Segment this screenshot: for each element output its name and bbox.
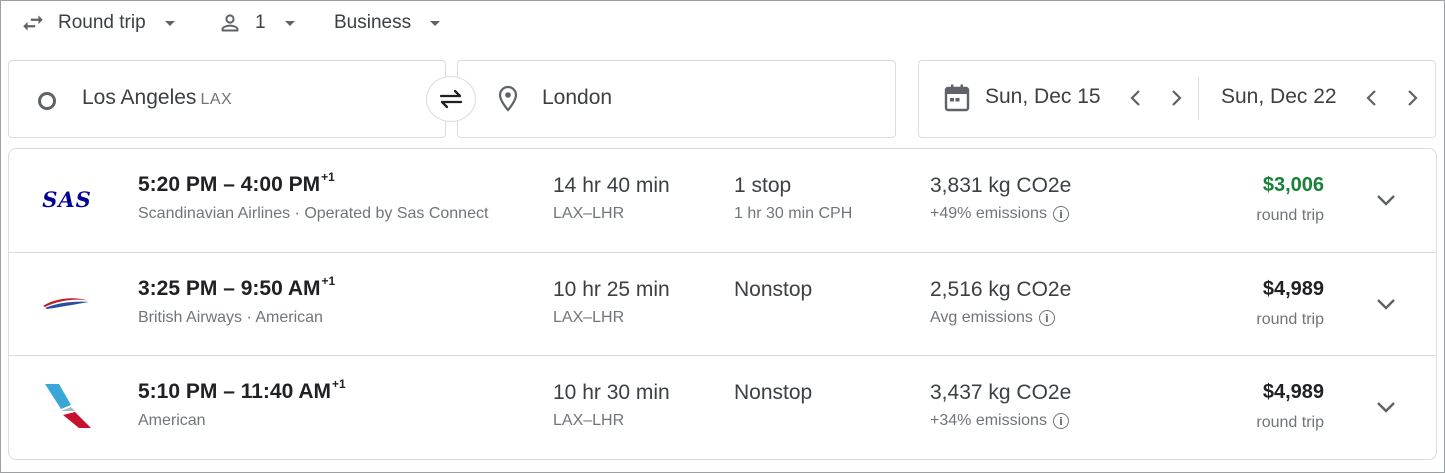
flight-stops: Nonstop bbox=[734, 381, 813, 404]
calendar-icon[interactable] bbox=[943, 83, 971, 113]
origin-field[interactable]: Los Angeles LAX bbox=[8, 60, 446, 138]
airline-name: Scandinavian Airlines · Operated by Sas … bbox=[138, 205, 489, 222]
flight-stops: Nonstop bbox=[734, 278, 813, 301]
sas-logo: SAS bbox=[39, 179, 95, 219]
flight-row[interactable]: 3:25 PM – 9:50 AM+1 British Airways · Am… bbox=[9, 252, 1436, 355]
flight-duration: 14 hr 40 min bbox=[553, 174, 670, 197]
co2-amount: 2,516 kg CO2e bbox=[930, 278, 1072, 301]
emissions-label: +34% emissions bbox=[930, 412, 1047, 429]
emissions-info: +49% emissions i bbox=[930, 205, 1069, 223]
flight-price: $3,006 bbox=[1262, 174, 1324, 196]
info-icon[interactable]: i bbox=[1038, 310, 1055, 326]
depart-time: 3:25 PM bbox=[138, 277, 218, 300]
flight-times: 5:20 PM – 4:00 PM+1 bbox=[138, 170, 335, 196]
flight-duration: 10 hr 25 min bbox=[553, 278, 670, 301]
flight-stops: 1 stop bbox=[734, 174, 792, 197]
date-divider bbox=[1198, 77, 1199, 120]
flight-times: 3:25 PM – 9:50 AM+1 bbox=[138, 274, 336, 300]
chevron-right-icon bbox=[1408, 90, 1418, 106]
arrive-time: 9:50 AM bbox=[240, 277, 321, 300]
price-type: round trip bbox=[1256, 414, 1324, 431]
arrive-time: 11:40 AM bbox=[240, 380, 331, 403]
flight-times: 5:10 PM – 11:40 AM+1 bbox=[138, 377, 346, 403]
return-prev-button[interactable] bbox=[1360, 86, 1384, 110]
destination-city: London bbox=[542, 86, 613, 109]
day-offset: +1 bbox=[321, 170, 335, 184]
price-type: round trip bbox=[1256, 311, 1324, 328]
chevron-right-icon bbox=[1172, 90, 1182, 106]
cabin-class-label: Business bbox=[334, 12, 412, 33]
flight-row[interactable]: SAS 5:20 PM – 4:00 PM+1 Scandinavian Air… bbox=[9, 149, 1436, 252]
emissions-info: +34% emissions i bbox=[930, 412, 1069, 430]
day-offset: +1 bbox=[332, 377, 346, 391]
emissions-info: Avg emissions i bbox=[930, 309, 1055, 327]
caret-down-icon bbox=[430, 20, 441, 26]
cabin-class-dropdown[interactable]: Business bbox=[334, 8, 441, 38]
info-icon[interactable]: i bbox=[1052, 206, 1069, 222]
trip-type-label: Round trip bbox=[58, 12, 146, 33]
caret-down-icon bbox=[164, 20, 175, 26]
origin-circle-icon bbox=[38, 92, 56, 110]
depart-prev-button[interactable] bbox=[1124, 86, 1148, 110]
passengers-count: 1 bbox=[255, 12, 266, 33]
expand-icon bbox=[1377, 299, 1395, 310]
expand-button[interactable] bbox=[1372, 186, 1400, 214]
flight-duration: 10 hr 30 min bbox=[553, 381, 670, 404]
co2-amount: 3,437 kg CO2e bbox=[930, 381, 1072, 404]
flight-route: LAX–LHR bbox=[553, 412, 625, 429]
swap-horiz-icon bbox=[20, 10, 46, 36]
destination-field[interactable]: London bbox=[457, 60, 896, 138]
trip-type-dropdown[interactable]: Round trip bbox=[20, 8, 175, 38]
flight-price: $4,989 bbox=[1262, 381, 1324, 403]
swap-icon bbox=[437, 87, 465, 111]
expand-icon bbox=[1377, 402, 1395, 413]
depart-time: 5:10 PM bbox=[138, 380, 218, 403]
arrive-time: 4:00 PM bbox=[240, 173, 321, 196]
emissions-label: Avg emissions bbox=[930, 309, 1033, 326]
flight-route: LAX–LHR bbox=[553, 205, 625, 222]
american-airlines-logo bbox=[39, 384, 95, 428]
expand-button[interactable] bbox=[1372, 393, 1400, 421]
flight-row[interactable]: 5:10 PM – 11:40 AM+1 American 10 hr 30 m… bbox=[9, 355, 1436, 458]
price-type: round trip bbox=[1256, 207, 1324, 224]
airline-name: British Airways · American bbox=[138, 309, 323, 326]
person-icon bbox=[218, 11, 242, 35]
chevron-left-icon bbox=[1130, 90, 1140, 106]
sas-logo-text: SAS bbox=[42, 186, 92, 212]
return-next-button[interactable] bbox=[1400, 86, 1424, 110]
location-pin-icon bbox=[496, 85, 520, 113]
layover-info: 1 hr 30 min CPH bbox=[734, 205, 853, 222]
expand-button[interactable] bbox=[1372, 290, 1400, 318]
co2-amount: 3,831 kg CO2e bbox=[930, 174, 1072, 197]
depart-date[interactable]: Sun, Dec 15 bbox=[985, 85, 1101, 109]
origin-city: Los Angeles bbox=[82, 86, 197, 109]
depart-next-button[interactable] bbox=[1164, 86, 1188, 110]
return-date[interactable]: Sun, Dec 22 bbox=[1221, 85, 1337, 109]
origin-code: LAX bbox=[200, 91, 233, 108]
expand-icon bbox=[1377, 195, 1395, 206]
origin-text: Los Angeles LAX bbox=[82, 86, 232, 110]
british-airways-logo bbox=[39, 283, 95, 323]
passengers-dropdown[interactable]: 1 bbox=[218, 8, 295, 38]
swap-button[interactable] bbox=[426, 76, 476, 122]
day-offset: +1 bbox=[321, 274, 336, 288]
flight-price: $4,989 bbox=[1262, 278, 1324, 300]
depart-time: 5:20 PM bbox=[138, 173, 218, 196]
chevron-left-icon bbox=[1366, 90, 1376, 106]
info-icon[interactable]: i bbox=[1052, 413, 1069, 429]
emissions-label: +49% emissions bbox=[930, 205, 1047, 222]
airline-name: American bbox=[138, 412, 206, 429]
caret-down-icon bbox=[284, 20, 295, 26]
flight-route: LAX–LHR bbox=[553, 309, 625, 326]
